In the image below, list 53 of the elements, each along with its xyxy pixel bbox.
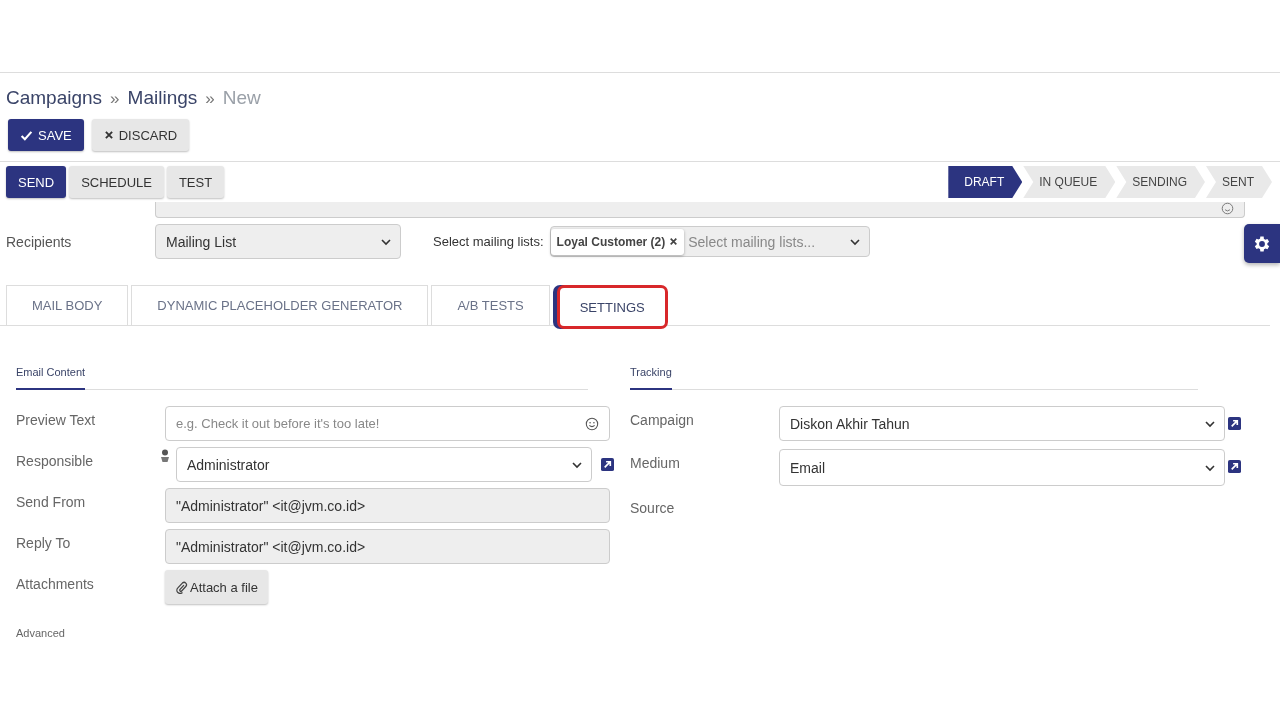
- action-button[interactable]: TEST: [166, 166, 225, 198]
- remove-icon[interactable]: [669, 237, 679, 246]
- status-stage[interactable]: SENDING: [1116, 166, 1205, 198]
- preview-text-field[interactable]: e.g. Check it out before it's too late!: [165, 406, 610, 441]
- medium-select[interactable]: Email: [779, 449, 1225, 486]
- settings-button[interactable]: [1244, 224, 1280, 263]
- breadcrumb-link[interactable]: Campaigns: [6, 87, 103, 109]
- section-title: Email Content: [16, 366, 86, 390]
- breadcrumb-link[interactable]: Mailings: [127, 87, 198, 109]
- discard-button[interactable]: DISCARD: [91, 119, 190, 151]
- field-label: Source: [630, 499, 676, 516]
- status-stage[interactable]: DRAFT: [948, 166, 1023, 198]
- field-label: Medium: [630, 454, 681, 471]
- field-label: Select mailing lists:: [433, 234, 544, 249]
- action-button[interactable]: SEND: [6, 166, 67, 198]
- breadcrumb-separator: »: [110, 89, 120, 109]
- section-title: Advanced: [16, 627, 66, 639]
- tab[interactable]: SETTINGS: [556, 285, 668, 329]
- emoji-icon: [1221, 202, 1234, 215]
- action-button[interactable]: SCHEDULE: [69, 166, 164, 198]
- check-icon: [20, 128, 33, 142]
- email-field[interactable]: "Administrator" <it@jvm.co.id>: [165, 488, 610, 523]
- field-label: Send From: [16, 493, 87, 510]
- tab[interactable]: A/B TESTS: [431, 285, 550, 325]
- tab[interactable]: MAIL BODY: [6, 285, 129, 325]
- breadcrumb-current: New: [222, 87, 261, 109]
- attach-file-button[interactable]: Attach a file: [165, 570, 268, 604]
- email-field[interactable]: "Administrator" <it@jvm.co.id>: [165, 529, 610, 564]
- subject-field[interactable]: [155, 202, 1245, 218]
- external-link-icon[interactable]: [601, 458, 614, 471]
- field-label: Preview Text: [16, 411, 97, 428]
- external-link-icon[interactable]: [1228, 460, 1241, 473]
- responsible-select[interactable]: Administrator: [175, 447, 592, 482]
- paperclip-icon: [175, 580, 188, 594]
- close-icon: [103, 130, 114, 140]
- section-title: Tracking: [630, 366, 672, 390]
- field-label: Campaign: [630, 411, 695, 428]
- field-label: Reply To: [16, 534, 72, 551]
- tab[interactable]: DYNAMIC PLACEHOLDER GENERATOR: [131, 285, 429, 325]
- field-label: Recipients: [6, 233, 73, 250]
- emoji-icon: [585, 416, 599, 431]
- breadcrumb-separator: »: [205, 89, 215, 109]
- status-stage[interactable]: IN QUEUE: [1023, 166, 1116, 198]
- field-label: Responsible: [16, 452, 95, 469]
- mailing-lists-select[interactable]: Loyal Customer (2) Select mailing lists...: [549, 226, 870, 257]
- status-stage[interactable]: SENT: [1206, 166, 1272, 198]
- user-icon: [159, 449, 170, 463]
- save-button[interactable]: SAVE: [8, 119, 84, 151]
- mailing-list-tag[interactable]: Loyal Customer (2): [550, 228, 685, 255]
- recipients-select[interactable]: Mailing List: [155, 224, 401, 259]
- external-link-icon[interactable]: [1228, 417, 1241, 430]
- campaign-select[interactable]: Diskon Akhir Tahun: [779, 406, 1225, 441]
- field-label: Attachments: [16, 575, 95, 592]
